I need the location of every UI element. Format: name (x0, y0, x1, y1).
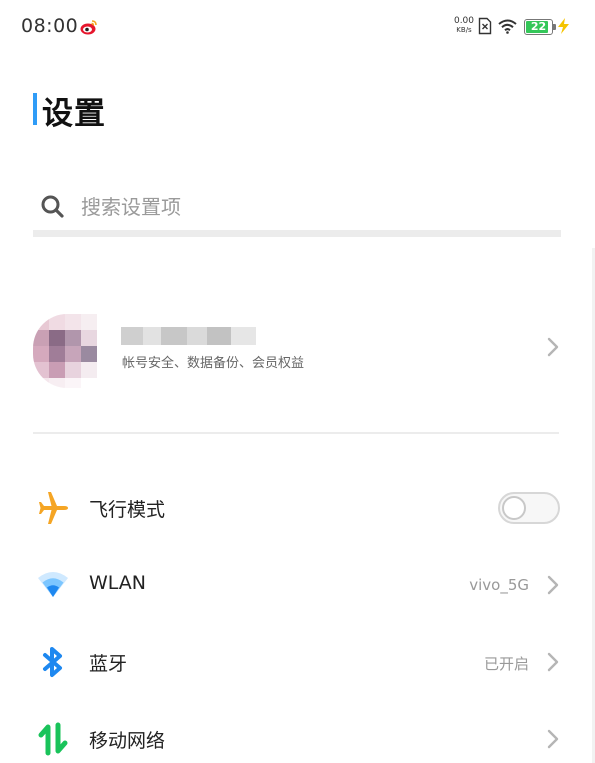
title-accent-bar (33, 93, 37, 125)
settings-row-mobile-network[interactable]: 移动网络 (33, 709, 563, 763)
battery-icon: 22 (524, 19, 553, 35)
no-sim-icon (478, 17, 492, 35)
airplane-mode-toggle[interactable] (498, 492, 560, 524)
avatar[interactable] (33, 314, 99, 388)
status-time: 08:00 (21, 15, 79, 37)
settings-row-label: 移动网络 (89, 730, 166, 752)
search-input[interactable] (81, 189, 541, 225)
settings-row-airplane-mode[interactable]: 飞行模式 (33, 478, 563, 538)
settings-row-label: WLAN (89, 572, 147, 594)
divider (33, 432, 559, 434)
weibo-icon (80, 20, 97, 35)
bluetooth-status: 已开启 (483, 655, 529, 673)
settings-row-label: 飞行模式 (89, 499, 166, 521)
wifi-icon (498, 19, 517, 34)
search-bar[interactable] (33, 185, 561, 237)
page-title: 设置 (42, 96, 106, 132)
battery-level: 22 (530, 20, 547, 33)
bluetooth-icon (43, 647, 62, 677)
settings-row-label: 蓝牙 (89, 653, 128, 675)
chevron-right-icon (547, 575, 559, 595)
wifi-icon (38, 572, 68, 597)
search-icon (41, 195, 64, 218)
battery-cap (553, 24, 556, 30)
settings-row-wlan[interactable]: WLAN vivo_5G (33, 555, 563, 615)
settings-row-bluetooth[interactable]: 蓝牙 已开启 (33, 632, 563, 692)
account-subtitle: 帐号安全、数据备份、会员权益 (122, 356, 305, 371)
status-bar: 08:00 0.00 KB/s 22 (0, 0, 595, 54)
mobile-network-icon (38, 722, 68, 756)
charging-bolt-icon (558, 18, 569, 34)
network-speed-value: 0.00 (453, 16, 475, 26)
chevron-right-icon (547, 652, 559, 672)
chevron-right-icon (547, 729, 559, 749)
network-speed: 0.00 KB/s (452, 17, 476, 35)
chevron-right-icon (547, 337, 559, 357)
search-underline (33, 230, 561, 237)
airplane-icon (39, 492, 68, 524)
network-speed-unit: KB/s (456, 26, 472, 34)
account-name-redacted (121, 327, 256, 345)
wlan-network-name: vivo_5G (469, 576, 529, 594)
toggle-knob (502, 496, 526, 520)
account-card[interactable]: 帐号安全、数据备份、会员权益 (33, 310, 563, 390)
